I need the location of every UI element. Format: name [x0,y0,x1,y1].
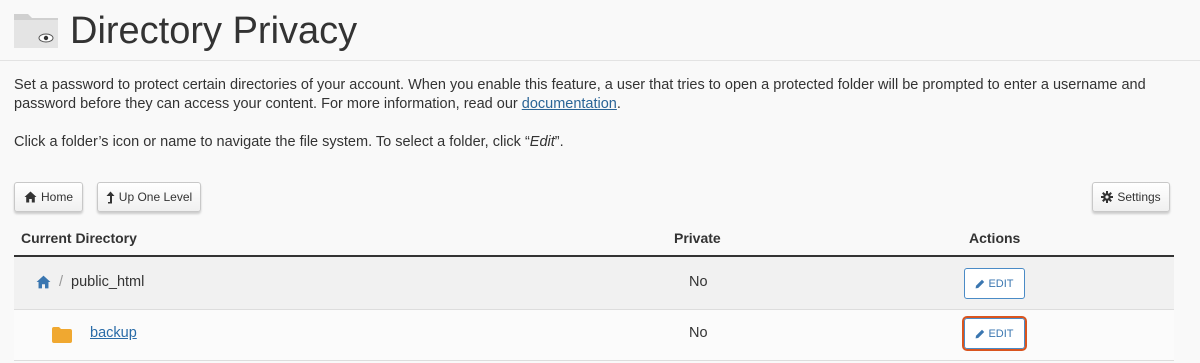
column-header-actions: Actions [969,230,1021,246]
gear-icon [1101,191,1114,203]
folder-icon[interactable] [52,327,72,343]
column-header-current-directory: Current Directory [21,230,137,246]
settings-button-label: Settings [1117,190,1161,204]
table-row: backup No EDIT [14,310,1174,361]
hint-edit-emphasis: Edit [529,134,555,150]
table-header: Current Directory Private Actions [14,221,1174,257]
home-button-label: Home [40,190,73,204]
home-button[interactable]: Home [14,182,83,212]
hint-text: Click a folder’s icon or name to navigat… [14,134,530,150]
page-title: Directory Privacy [70,10,358,52]
hint-text-end: ”. [554,134,564,150]
page-header: Directory Privacy [0,0,1200,61]
up-one-level-label: Up One Level [118,190,193,204]
folder-link-backup[interactable]: backup [90,325,137,341]
directory-table: Current Directory Private Actions / publ… [14,221,1174,361]
level-up-icon [106,191,115,203]
private-status: No [689,325,708,341]
current-directory-name: public_html [71,274,145,290]
navigation-hint: Click a folder’s icon or name to navigat… [14,133,564,152]
settings-button[interactable]: Settings [1092,182,1170,212]
up-one-level-button[interactable]: Up One Level [97,182,201,212]
column-header-private: Private [674,230,721,246]
documentation-link[interactable]: documentation [522,96,617,112]
home-icon [24,191,37,203]
folder-eye-icon [14,14,58,48]
home-directory-icon[interactable] [36,275,51,289]
path-separator: / [59,274,64,290]
intro-text: Set a password to protect certain direct… [14,76,1174,114]
edit-button-backup[interactable]: EDIT [962,316,1027,351]
pencil-icon [976,279,985,288]
edit-button[interactable]: EDIT [964,268,1025,299]
private-status: No [689,274,708,290]
edit-button-label: EDIT [988,277,1014,290]
edit-button-label: EDIT [988,327,1014,340]
pencil-icon [976,329,985,338]
intro-text-end: . [616,96,621,112]
table-row: / public_html No EDIT [14,257,1174,310]
